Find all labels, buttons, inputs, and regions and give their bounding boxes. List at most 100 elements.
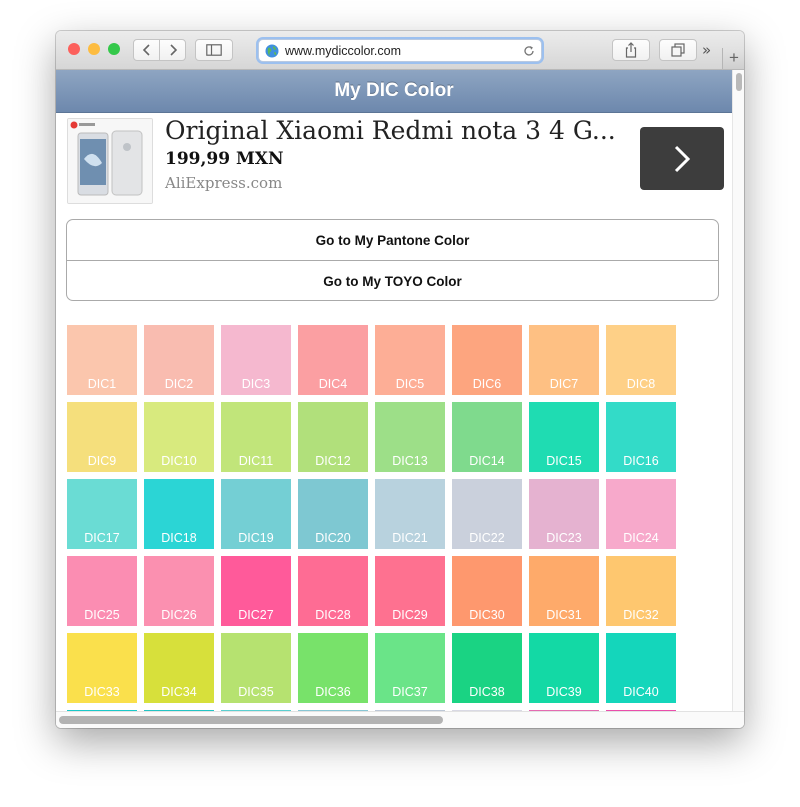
color-swatch[interactable]: DIC17: [67, 479, 137, 549]
color-swatch-label: DIC30: [469, 608, 505, 622]
color-swatch-label: DIC18: [161, 531, 197, 545]
color-swatch-label: DIC8: [626, 377, 656, 391]
color-swatch[interactable]: DIC20: [298, 479, 368, 549]
new-tab-button[interactable]: +: [722, 48, 744, 69]
color-swatch[interactable]: DIC38: [452, 633, 522, 703]
ad-next-button[interactable]: [640, 127, 724, 190]
color-swatch[interactable]: DIC19: [221, 479, 291, 549]
color-swatch[interactable]: DIC12: [298, 402, 368, 472]
url-text: www.mydiccolor.com: [285, 43, 401, 58]
color-swatch[interactable]: DIC6: [452, 325, 522, 395]
color-swatch-label: DIC2: [164, 377, 194, 391]
color-swatch-label: DIC23: [546, 531, 582, 545]
color-swatch[interactable]: DIC22: [452, 479, 522, 549]
color-swatch[interactable]: DIC3: [221, 325, 291, 395]
minimize-window-button[interactable]: [88, 43, 100, 55]
close-window-button[interactable]: [68, 43, 80, 55]
color-swatch[interactable]: DIC26: [144, 556, 214, 626]
color-swatch-label: DIC3: [241, 377, 271, 391]
color-swatch-label: DIC32: [623, 608, 659, 622]
color-swatch[interactable]: DIC36: [298, 633, 368, 703]
globe-icon: [265, 44, 279, 57]
color-swatch[interactable]: DIC25: [67, 556, 137, 626]
color-swatch-label: DIC27: [238, 608, 274, 622]
color-swatch-label: DIC39: [546, 685, 582, 699]
color-swatch[interactable]: DIC5: [375, 325, 445, 395]
sidebar-toggle-button[interactable]: [195, 39, 233, 61]
color-swatch-label: DIC1: [87, 377, 117, 391]
color-swatch[interactable]: DIC24: [606, 479, 676, 549]
color-swatch[interactable]: DIC2: [144, 325, 214, 395]
color-swatch-label: DIC26: [161, 608, 197, 622]
address-bar[interactable]: www.mydiccolor.com: [258, 39, 542, 62]
color-swatch[interactable]: DIC30: [452, 556, 522, 626]
color-swatch[interactable]: DIC33: [67, 633, 137, 703]
share-button[interactable]: [612, 39, 650, 61]
sidebar-icon: [206, 44, 222, 56]
ad-product-image[interactable]: [67, 118, 153, 204]
vertical-scroll-thumb[interactable]: [736, 73, 742, 91]
ad-banner[interactable]: Original Xiaomi Redmi nota 3 4 G... 199,…: [56, 113, 732, 208]
color-swatch[interactable]: DIC37: [375, 633, 445, 703]
color-swatch[interactable]: DIC16: [606, 402, 676, 472]
horizontal-scrollbar[interactable]: [56, 711, 744, 728]
color-swatch[interactable]: DIC35: [221, 633, 291, 703]
color-swatch[interactable]: DIC39: [529, 633, 599, 703]
color-swatch[interactable]: DIC15: [529, 402, 599, 472]
color-swatch-label: DIC35: [238, 685, 274, 699]
color-swatch[interactable]: DIC23: [529, 479, 599, 549]
color-swatch[interactable]: DIC11: [221, 402, 291, 472]
color-swatch[interactable]: DIC28: [298, 556, 368, 626]
zoom-window-button[interactable]: [108, 43, 120, 55]
color-swatch-label: DIC29: [392, 608, 428, 622]
color-swatch[interactable]: DIC4: [298, 325, 368, 395]
chevron-right-icon: [674, 145, 691, 172]
color-swatch[interactable]: DIC32: [606, 556, 676, 626]
color-swatch-label: DIC36: [315, 685, 351, 699]
color-swatch[interactable]: DIC34: [144, 633, 214, 703]
color-swatch[interactable]: DIC7: [529, 325, 599, 395]
chevron-left-icon: [142, 44, 150, 56]
color-swatch[interactable]: DIC21: [375, 479, 445, 549]
color-swatch-label: DIC12: [315, 454, 351, 468]
back-button[interactable]: [133, 39, 160, 61]
tabs-overview-button[interactable]: [659, 39, 697, 61]
color-swatch[interactable]: DIC29: [375, 556, 445, 626]
color-swatch[interactable]: DIC8: [606, 325, 676, 395]
toyo-link[interactable]: Go to My TOYO Color: [67, 261, 718, 300]
color-swatch-label: DIC22: [469, 531, 505, 545]
color-swatch[interactable]: DIC27: [221, 556, 291, 626]
color-swatch-label: DIC31: [546, 608, 582, 622]
color-swatch-label: DIC5: [395, 377, 425, 391]
color-swatch-label: DIC25: [84, 608, 120, 622]
chevron-right-icon: [169, 44, 177, 56]
horizontal-scroll-thumb[interactable]: [59, 716, 443, 724]
color-swatch[interactable]: DIC10: [144, 402, 214, 472]
forward-button[interactable]: [159, 39, 186, 61]
color-swatch-label: DIC7: [549, 377, 579, 391]
color-swatch-label: DIC14: [469, 454, 505, 468]
ad-title[interactable]: Original Xiaomi Redmi nota 3 4 G...: [165, 116, 616, 145]
site-header: My DIC Color: [56, 70, 732, 113]
color-swatch-label: DIC20: [315, 531, 351, 545]
color-swatch-label: DIC11: [238, 454, 274, 468]
tabs-icon: [671, 43, 685, 57]
color-swatch-label: DIC9: [87, 454, 117, 468]
vertical-scrollbar[interactable]: [732, 70, 744, 711]
color-swatch[interactable]: DIC9: [67, 402, 137, 472]
reload-icon[interactable]: [523, 45, 535, 57]
color-swatch-label: DIC10: [161, 454, 197, 468]
color-swatch-label: DIC28: [315, 608, 351, 622]
phone-product-icon: [68, 119, 152, 203]
pantone-link[interactable]: Go to My Pantone Color: [67, 220, 718, 261]
color-swatch[interactable]: DIC13: [375, 402, 445, 472]
color-swatch-label: DIC37: [392, 685, 428, 699]
color-swatch-label: DIC16: [623, 454, 659, 468]
color-swatch[interactable]: DIC40: [606, 633, 676, 703]
color-swatch[interactable]: DIC31: [529, 556, 599, 626]
color-swatch[interactable]: DIC18: [144, 479, 214, 549]
more-chevron-icon[interactable]: »: [702, 41, 711, 59]
color-swatch[interactable]: DIC14: [452, 402, 522, 472]
color-swatch[interactable]: DIC1: [67, 325, 137, 395]
color-swatch-label: DIC21: [392, 531, 428, 545]
